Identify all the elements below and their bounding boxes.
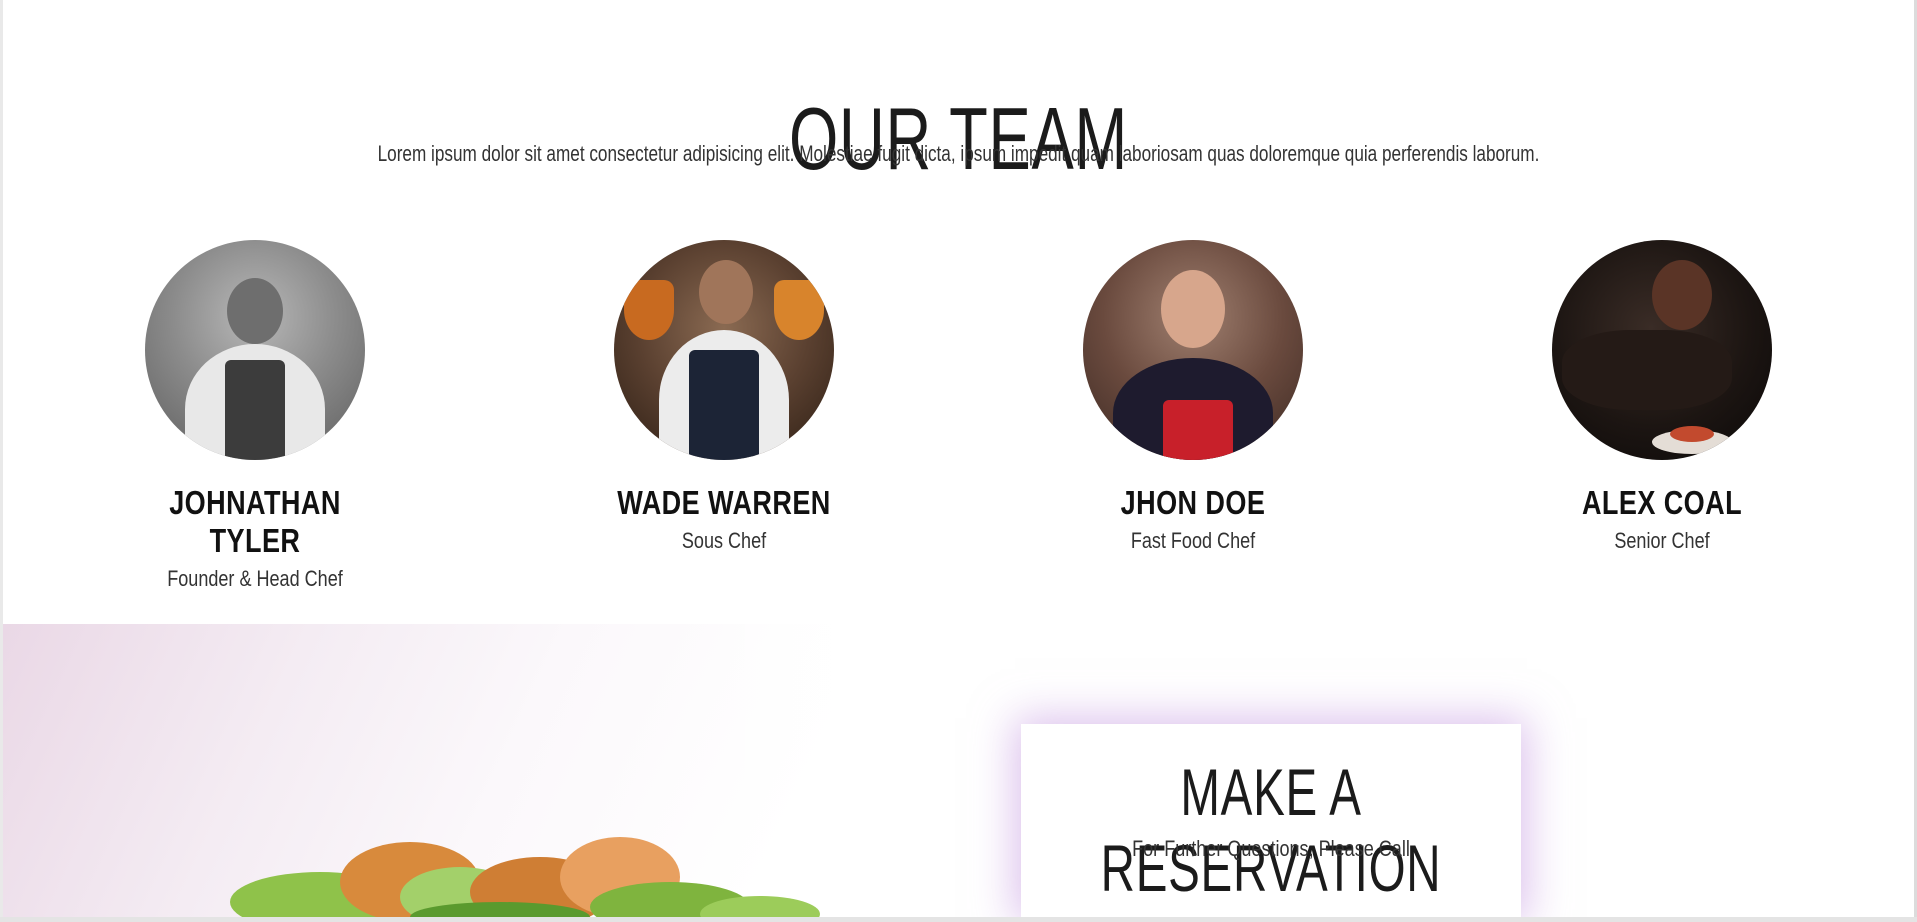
team-member-name: JOHNATHAN TYLER xyxy=(169,484,341,559)
reservation-subtitle: For Further Questions, Please Call xyxy=(1132,836,1410,861)
team-member-card: ALEX COAL Senior Chef xyxy=(1512,240,1812,554)
team-member-card: WADE WARREN Sous Chef xyxy=(574,240,874,554)
team-member-photo xyxy=(1552,240,1772,460)
page-bottom-edge xyxy=(0,917,1917,922)
team-member-role: Sous Chef xyxy=(681,528,767,553)
team-member-name: ALEX COAL xyxy=(1581,484,1743,521)
team-intro: Lorem ipsum dolor sit amet consectetur a… xyxy=(377,141,1540,166)
team-member-role: Fast Food Chef xyxy=(1130,528,1256,553)
team-member-card: JOHNATHAN TYLER Founder & Head Chef xyxy=(105,240,405,592)
team-member-photo xyxy=(1083,240,1303,460)
reservation-title: MAKE A RESERVATION xyxy=(1100,755,1442,905)
team-member-name: JHON DOE xyxy=(1120,484,1266,521)
team-member-role: Senior Chef xyxy=(1614,528,1710,553)
team-member-role: Founder & Head Chef xyxy=(167,566,343,591)
team-member-name: WADE WARREN xyxy=(617,484,831,521)
team-member-photo xyxy=(145,240,365,460)
team-member-photo xyxy=(614,240,834,460)
reservation-card: MAKE A RESERVATION For Further Questions… xyxy=(1021,724,1521,917)
team-title: OUR TEAM xyxy=(788,88,1129,188)
team-member-card: JHON DOE Fast Food Chef xyxy=(1043,240,1343,554)
salad-image xyxy=(230,837,820,922)
